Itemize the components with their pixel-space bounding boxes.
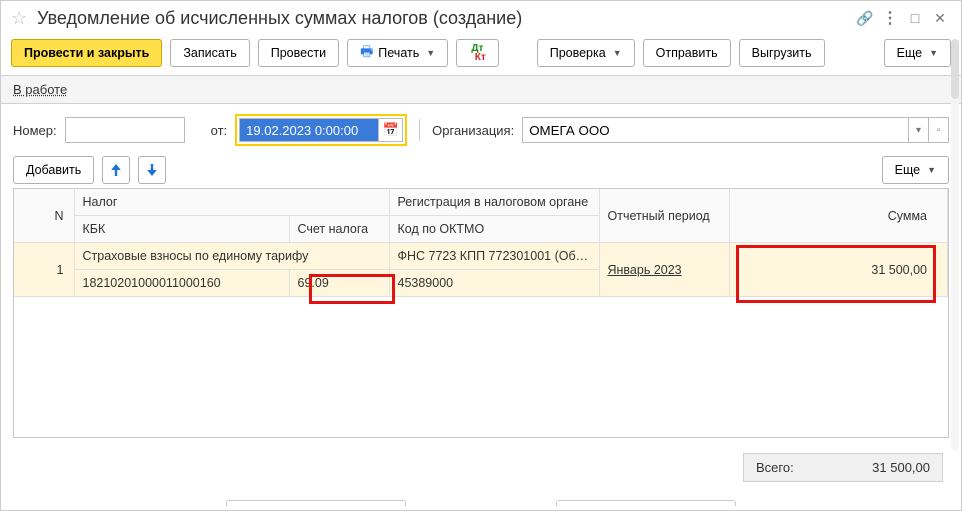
org-label: Организация: [432, 123, 514, 138]
upload-button[interactable]: Выгрузить [739, 39, 825, 67]
cell-sum: 31 500,00 [729, 243, 948, 297]
chevron-down-icon: ▼ [927, 165, 936, 175]
arrow-down-icon [146, 164, 158, 176]
calendar-button[interactable]: 📅 [379, 118, 403, 142]
footer-total: Всего: 31 500,00 [743, 453, 943, 482]
org-open-button[interactable]: ▫ [929, 117, 949, 143]
cell-acct: 69.09 [289, 270, 389, 297]
header-kbk[interactable]: КБК [74, 216, 289, 243]
period-link[interactable]: Январь 2023 [608, 263, 682, 277]
more-label: Еще [895, 163, 920, 177]
move-up-button[interactable] [102, 156, 130, 184]
check-label: Проверка [550, 46, 606, 60]
window-controls: 🔗 ⋮ □ ✕ [854, 7, 951, 29]
title-bar: ☆ Уведомление об исчисленных суммах нало… [1, 1, 961, 35]
more-vertical-icon[interactable]: ⋮ [879, 7, 901, 29]
number-input[interactable] [65, 117, 185, 143]
status-link[interactable]: В работе [13, 82, 67, 97]
org-dropdown-button[interactable]: ▾ [909, 117, 929, 143]
table-toolbar: Добавить Еще ▼ [1, 152, 961, 188]
write-button[interactable]: Записать [170, 39, 249, 67]
add-row-button[interactable]: Добавить [13, 156, 94, 184]
total-value: 31 500,00 [872, 460, 930, 475]
cell-reg: ФНС 7723 КПП 772301001 (Об… [389, 243, 599, 270]
header-form-row: Номер: от: 19.02.2023 0:00:00 📅 Организа… [1, 104, 961, 152]
vertical-scrollbar[interactable] [951, 39, 959, 450]
date-label: от: [211, 123, 228, 138]
favorite-star-icon[interactable]: ☆ [11, 8, 27, 29]
toolbar-more-button[interactable]: Еще ▼ [884, 39, 951, 67]
post-and-close-button[interactable]: Провести и закрыть [11, 39, 162, 67]
scroll-thumb[interactable] [951, 39, 959, 99]
chevron-down-icon: ▼ [929, 48, 938, 58]
header-tax[interactable]: Налог [74, 189, 389, 216]
tax-grid[interactable]: N Налог Регистрация в налоговом органе О… [14, 189, 948, 297]
chevron-down-icon: ▼ [426, 48, 435, 58]
total-label: Всего: [756, 460, 794, 475]
cell-n: 1 [14, 243, 74, 297]
chevron-down-icon: ▼ [613, 48, 622, 58]
move-down-button[interactable] [138, 156, 166, 184]
more-label: Еще [897, 46, 922, 60]
dtkt-button[interactable]: Дт Кт [456, 39, 499, 67]
date-field-highlight: 19.02.2023 0:00:00 📅 [235, 114, 407, 146]
print-label: Печать [378, 46, 419, 60]
main-toolbar: Провести и закрыть Записать Провести 🖶 П… [1, 35, 961, 76]
org-input[interactable] [522, 117, 909, 143]
window-title: Уведомление об исчисленных суммах налого… [37, 8, 844, 29]
header-sum[interactable]: Сумма [729, 189, 948, 243]
print-button[interactable]: 🖶 Печать ▼ [347, 39, 448, 67]
header-oktmo[interactable]: Код по ОКТМО [389, 216, 599, 243]
send-button[interactable]: Отправить [643, 39, 731, 67]
table-row[interactable]: 1 Страховые взносы по единому тарифу ФНС… [14, 243, 948, 270]
cell-kbk: 18210201000011000160 [74, 270, 289, 297]
header-n[interactable]: N [14, 189, 74, 243]
dtkt-icon: Дт Кт [469, 44, 486, 62]
status-strip: В работе [1, 76, 961, 104]
bottom-tabs-peek [1, 500, 961, 506]
header-acct[interactable]: Счет налога [289, 216, 389, 243]
number-label: Номер: [13, 123, 57, 138]
table-more-button[interactable]: Еще ▼ [882, 156, 949, 184]
separator [419, 119, 420, 141]
printer-icon: 🖶 [360, 41, 373, 65]
arrow-up-icon [110, 164, 122, 176]
check-button[interactable]: Проверка ▼ [537, 39, 635, 67]
maximize-icon[interactable]: □ [904, 7, 926, 29]
close-icon[interactable]: ✕ [929, 7, 951, 29]
header-reg[interactable]: Регистрация в налоговом органе [389, 189, 599, 216]
attach-icon[interactable]: 🔗 [854, 7, 876, 29]
cell-oktmo: 45389000 [389, 270, 599, 297]
cell-period: Январь 2023 [599, 243, 729, 297]
post-button[interactable]: Провести [258, 39, 339, 67]
org-field: ▾ ▫ [522, 117, 949, 143]
calendar-icon: 📅 [383, 122, 399, 138]
date-input[interactable]: 19.02.2023 0:00:00 [239, 118, 379, 142]
cell-tax: Страховые взносы по единому тарифу [74, 243, 389, 270]
tax-grid-wrap: N Налог Регистрация в налоговом органе О… [13, 188, 949, 438]
header-period[interactable]: Отчетный период [599, 189, 729, 243]
